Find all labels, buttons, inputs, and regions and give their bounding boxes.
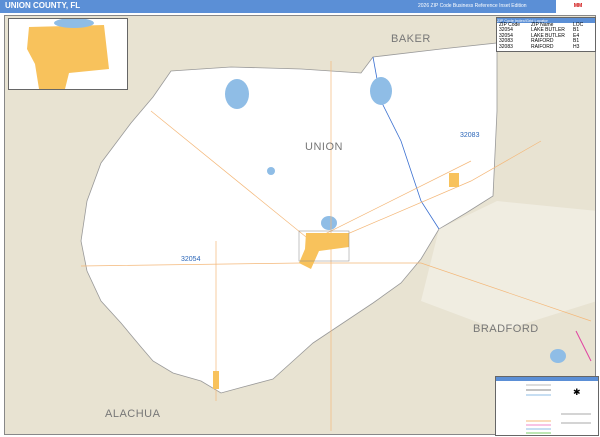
- compass-rose-icon: ✱: [573, 387, 581, 397]
- cell: RAIFORD: [531, 43, 554, 50]
- county-label-baker: BAKER: [391, 33, 431, 45]
- table-row: 32083 RAIFORD H3: [497, 43, 595, 50]
- zip-index-table: ZIP Code Index/Grid Locator ZIP Code ZIP…: [496, 17, 596, 52]
- city-inset-map: [8, 18, 128, 90]
- publisher-logo: MM: [556, 0, 600, 13]
- county-label-bradford: BRADFORD: [473, 323, 539, 335]
- header-bar: UNION COUNTY, FL 2026 ZIP Code Business …: [0, 0, 600, 13]
- cell: 32083: [499, 43, 513, 50]
- cell: H3: [573, 43, 580, 50]
- map-legend: ✱: [495, 376, 599, 436]
- zip-label-32083: 32083: [460, 132, 480, 139]
- edition-label: 2026 ZIP Code Business Reference Inset E…: [418, 3, 527, 9]
- map-title: UNION COUNTY, FL: [5, 1, 81, 10]
- county-label-alachua: ALACHUA: [105, 408, 161, 420]
- inset-svg: [27, 18, 109, 89]
- county-label-union: UNION: [305, 141, 343, 153]
- inset-urban-area: [27, 25, 109, 89]
- zip-label-32054: 32054: [181, 256, 201, 263]
- legend-symbols: ✱: [526, 384, 591, 434]
